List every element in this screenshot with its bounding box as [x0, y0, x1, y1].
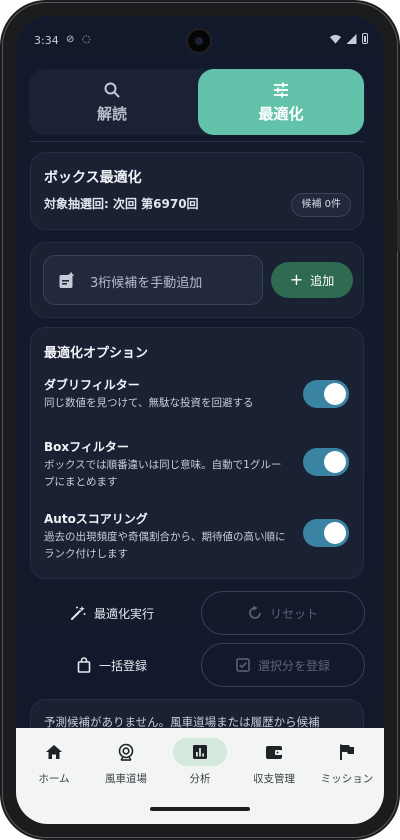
bulk-register-label: 一括登録	[98, 658, 147, 673]
bulk-register-button[interactable]: 一括登録	[30, 643, 194, 687]
tune-icon	[274, 82, 288, 97]
auto-scoring-toggle[interactable]	[303, 519, 349, 547]
plus-icon: +	[289, 270, 304, 289]
divider	[30, 141, 364, 142]
duplicate-filter-toggle[interactable]	[303, 380, 349, 408]
reset-button[interactable]: リセット	[201, 591, 365, 635]
option-description: 過去の出現頻度や奇偶割合から、期待値の高い順にランク付けします	[44, 531, 286, 560]
vpn-icon: ◌	[82, 34, 91, 45]
mode-tabs: 解読 最適化	[29, 69, 365, 135]
register-selected-label: 選択分を登録	[257, 658, 330, 673]
box-optimization-card: ボックス最適化 対象抽選回: 次回 第6970回 候補 0件	[30, 152, 364, 230]
signal-icon	[346, 33, 357, 44]
add-button[interactable]: + 追加	[271, 262, 353, 298]
card-title: ボックス最適化	[44, 170, 142, 186]
add-button-label: 追加	[310, 273, 335, 288]
wallet-icon	[266, 746, 282, 759]
nav-pill	[99, 738, 153, 766]
checkbox-icon	[236, 658, 250, 672]
manual-add-label: 3桁候補を手動追加	[90, 276, 203, 291]
bar-chart-icon	[193, 745, 207, 759]
phone-frame: 3:34 ⊘ ◌ 解読 最適化 ボックス最適化 対象抽選回: 次回 第6970回…	[0, 0, 400, 840]
optimization-options-card: 最適化オプション ダブリフィルター 同じ数値を見つけて、無駄な投資を回避する B…	[30, 327, 364, 579]
tab-optimize-label: 最適化	[258, 104, 304, 123]
box-filter-toggle[interactable]	[303, 448, 349, 476]
option-description: 同じ数値を見つけて、無駄な投資を回避する	[44, 397, 254, 409]
nav-item-home[interactable]: ホーム	[17, 738, 91, 790]
status-time: 3:34	[34, 34, 59, 47]
search-icon	[104, 82, 120, 97]
status-icons	[330, 33, 368, 44]
register-selected-button[interactable]: 選択分を登録	[201, 643, 365, 687]
nav-label: 分析	[189, 773, 211, 785]
note-add-icon	[59, 272, 74, 288]
sync-icon: ⊘	[66, 34, 75, 45]
screen: 3:34 ⊘ ◌ 解読 最適化 ボックス最適化 対象抽選回: 次回 第6970回…	[16, 16, 384, 824]
nav-pill	[27, 738, 81, 766]
tab-decode[interactable]: 解読	[29, 69, 195, 135]
windmill-icon	[118, 743, 134, 761]
nav-item-finance[interactable]: 収支管理	[237, 738, 311, 790]
nav-pill	[320, 738, 374, 766]
nav-pill-active	[173, 738, 227, 766]
nav-item-analysis[interactable]: 分析	[163, 738, 237, 790]
tab-optimize[interactable]: 最適化	[198, 69, 364, 135]
reset-label: リセット	[269, 606, 318, 621]
option-description: ボックスでは順番違いは同じ意味。自動で1グループにまとめます	[44, 459, 282, 488]
wifi-icon	[330, 34, 341, 44]
home-indicator[interactable]	[150, 807, 250, 811]
toggle-knob	[324, 522, 346, 544]
toggle-knob	[324, 451, 346, 473]
nav-label: ホーム	[38, 773, 70, 785]
tab-decode-label: 解読	[96, 104, 127, 123]
target-draw-label: 対象抽選回: 次回 第6970回	[44, 197, 199, 211]
shopping-bag-icon	[77, 657, 91, 673]
flag-icon	[340, 744, 354, 760]
manual-add-field[interactable]: 3桁候補を手動追加	[43, 255, 263, 305]
nav-label: ミッション	[320, 773, 374, 785]
candidate-count-badge: 候補 0件	[291, 193, 351, 217]
magic-wand-icon	[70, 606, 86, 620]
nav-label: 風車道場	[105, 773, 147, 785]
options-title: 最適化オプション	[44, 346, 149, 361]
camera-cutout	[186, 28, 212, 54]
reset-icon	[249, 606, 261, 619]
battery-icon	[362, 33, 368, 44]
nav-item-missions[interactable]: ミッション	[310, 738, 384, 790]
status-bar: 3:34 ⊘ ◌	[16, 16, 384, 66]
nav-pill	[247, 738, 301, 766]
nav-item-windmill-dojo[interactable]: 風車道場	[89, 738, 163, 790]
nav-label: 収支管理	[253, 773, 295, 785]
run-optimization-button[interactable]: 最適化実行	[30, 591, 194, 635]
toggle-knob	[324, 383, 346, 405]
run-optimization-label: 最適化実行	[93, 606, 154, 621]
manual-add-card: 3桁候補を手動追加 + 追加	[30, 242, 364, 318]
home-icon	[46, 745, 62, 759]
